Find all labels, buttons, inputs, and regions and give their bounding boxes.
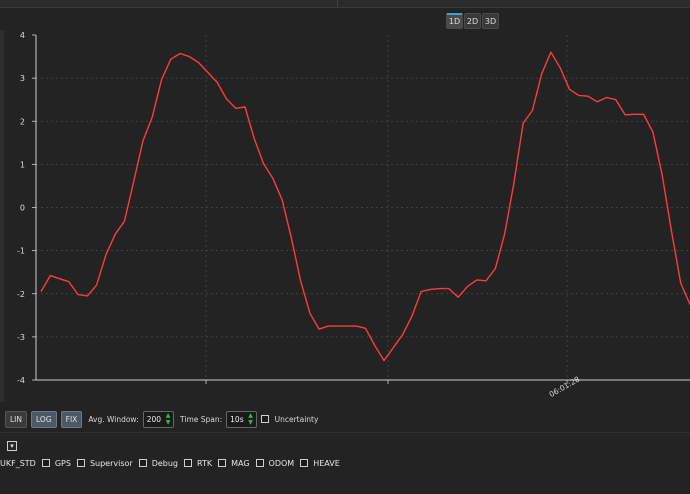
x-tick-label: 06:01:28 <box>548 374 582 399</box>
source-item-odom[interactable]: ODOM <box>250 458 295 468</box>
series-line <box>40 51 690 362</box>
uncertainty-checkbox[interactable] <box>260 415 269 423</box>
avg-window-label: Avg. Window: <box>88 414 139 424</box>
arrow-down-icon[interactable]: ▼ <box>246 419 256 426</box>
source-dropdown-button[interactable]: ▾ <box>7 441 17 451</box>
y-tick-label: 3 <box>20 74 25 83</box>
source-checkbox[interactable] <box>255 459 264 467</box>
avg-window-stepper[interactable]: ▲ ▼ <box>163 412 173 426</box>
lin-button[interactable]: LIN <box>5 410 28 428</box>
y-tick-label: 2 <box>20 117 25 126</box>
arrow-up-icon[interactable]: ▲ <box>163 412 173 419</box>
y-axis-ticks: 4 3 2 1 0 -1 -2 -3 -4 <box>17 31 36 385</box>
plot-toolbar: LIN LOG FIX Avg. Window: 200 ▲ ▼ Time Sp… <box>0 410 690 428</box>
tab-1d[interactable]: 1D <box>446 13 463 29</box>
avg-window-spinbox[interactable]: 200 ▲ ▼ <box>142 410 175 428</box>
arrow-up-icon[interactable]: ▲ <box>246 412 256 419</box>
source-item-gps[interactable]: GPS <box>36 459 71 468</box>
source-item-debug[interactable]: Debug <box>133 459 178 468</box>
tab-3d[interactable]: 3D <box>482 13 499 29</box>
y-tick-label: -2 <box>17 290 25 299</box>
source-item-rtk[interactable]: RTK <box>178 459 212 468</box>
top-panel-edge <box>0 0 690 8</box>
source-checkbox[interactable] <box>184 459 192 467</box>
source-label: Debug <box>151 458 178 468</box>
source-checkbox[interactable] <box>300 459 309 467</box>
time-span-label: Time Span: <box>180 414 223 424</box>
source-checkbox[interactable] <box>41 459 50 467</box>
plot-area[interactable]: 4 3 2 1 0 -1 -2 -3 -4 06:01:28 <box>0 30 690 402</box>
line-plot[interactable]: 4 3 2 1 0 -1 -2 -3 -4 06:01:28 <box>0 30 690 402</box>
time-span-stepper[interactable]: ▲ ▼ <box>246 412 256 426</box>
source-item-supervisor[interactable]: Supervisor <box>71 459 133 468</box>
source-item-mag[interactable]: MAG <box>212 458 250 468</box>
x-axis-ticks: 06:01:28 <box>205 374 582 399</box>
source-label: UKF_STD <box>0 458 36 468</box>
source-item-heave[interactable]: HEAVE <box>294 459 340 468</box>
source-checkbox[interactable] <box>76 459 85 467</box>
tab-2d[interactable]: 2D <box>464 13 481 29</box>
source-label: Supervisor <box>89 458 133 468</box>
y-tick-label: 4 <box>20 31 25 40</box>
source-item-ukf-std[interactable]: UKF_STD <box>0 459 36 468</box>
time-span-spinbox[interactable]: 10s ▲ ▼ <box>226 410 257 428</box>
avg-window-value[interactable]: 200 <box>147 415 161 424</box>
fix-button[interactable]: FIX <box>60 410 83 428</box>
divider <box>0 432 690 433</box>
arrow-down-icon[interactable]: ▼ <box>163 419 173 426</box>
uncertainty-label: Uncertainty <box>274 414 319 424</box>
panel-divider <box>337 0 338 7</box>
chevron-down-icon: ▾ <box>10 442 14 450</box>
source-checkbox[interactable] <box>138 459 147 467</box>
log-button[interactable]: LOG <box>31 410 57 428</box>
view-mode-tabs: 1D 2D 3D <box>446 13 499 29</box>
source-label: ODOM <box>268 458 295 468</box>
y-tick-label: -3 <box>17 333 25 342</box>
y-tick-label: -4 <box>17 376 25 385</box>
y-tick-label: 1 <box>20 160 25 169</box>
source-checkbox-row: UKF_STD GPS Supervisor Debug RTK MAG ODO… <box>0 457 340 469</box>
time-span-value[interactable]: 10s <box>230 415 243 424</box>
source-label: GPS <box>54 458 71 468</box>
y-tick-label: 0 <box>20 204 25 213</box>
y-tick-label: -1 <box>17 247 25 256</box>
source-label: HEAVE <box>313 458 340 468</box>
source-checkbox[interactable] <box>218 459 227 467</box>
source-label: RTK <box>197 458 213 468</box>
source-label: MAG <box>231 458 250 468</box>
